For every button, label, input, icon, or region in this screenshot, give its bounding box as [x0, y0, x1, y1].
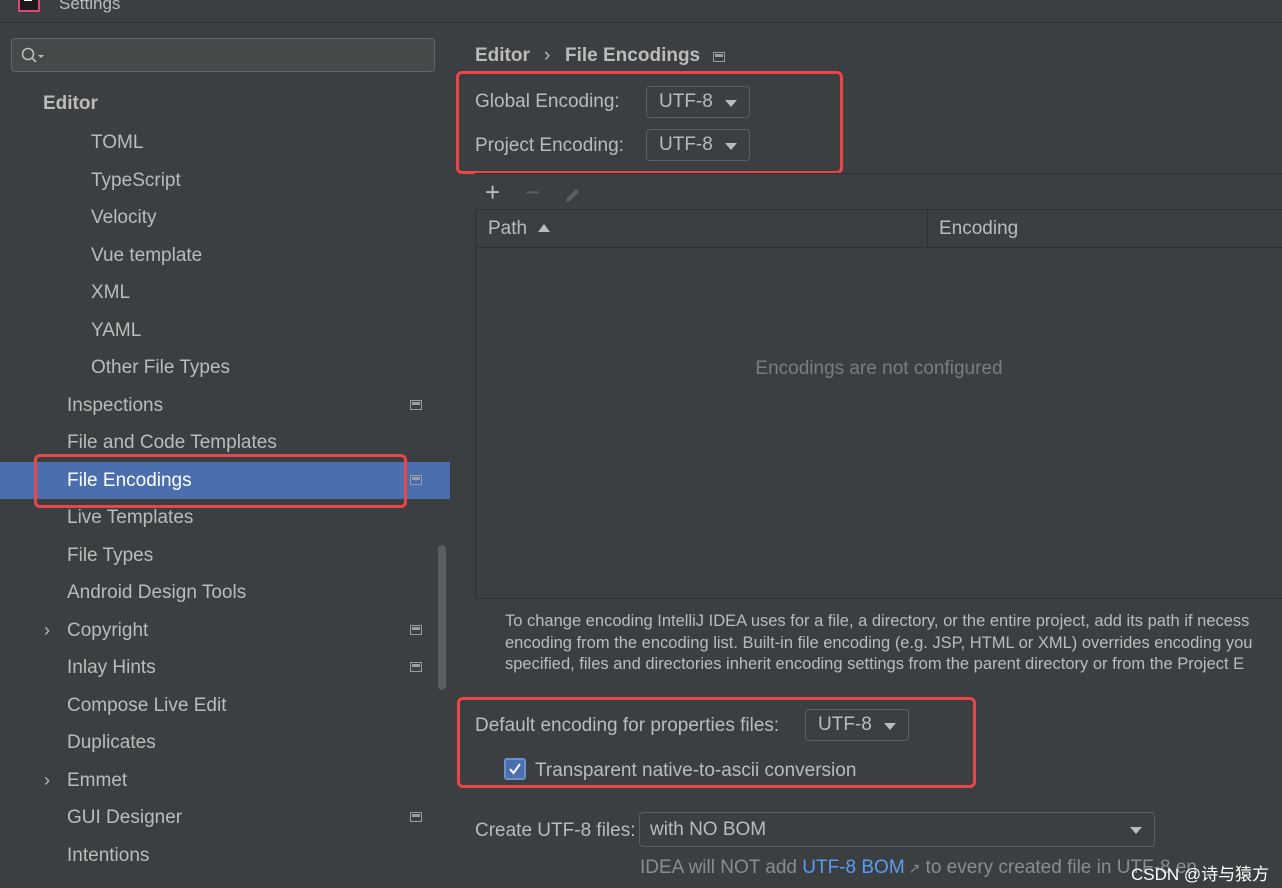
tree-item-label: Vue template: [91, 245, 203, 266]
chevron-down-icon: [1130, 827, 1142, 834]
sidebar-scrollbar[interactable]: [438, 545, 446, 690]
tree-item-android-design-tools[interactable]: Android Design Tools: [0, 574, 450, 611]
help-line: To change encoding IntelliJ IDEA uses fo…: [505, 612, 1250, 630]
breadcrumb-separator: ›: [544, 45, 551, 66]
tree-item-label: Other File Types: [91, 357, 231, 378]
column-header-encoding[interactable]: Encoding: [939, 210, 1018, 247]
tree-item-duplicates[interactable]: Duplicates: [0, 724, 450, 761]
tree-item-label: Velocity: [91, 207, 157, 228]
project-scope-icon: [713, 52, 725, 62]
search-icon: [21, 47, 44, 63]
chevron-right-icon[interactable]: ›: [44, 612, 50, 649]
tree-item-label: Emmet: [67, 770, 128, 791]
table-header: Path Encoding: [476, 210, 1282, 248]
tree-item-label: File Types: [67, 545, 154, 566]
tree-item-label: TOML: [91, 132, 144, 153]
tree-item-label: YAML: [91, 320, 142, 341]
create-utf8-value: with NO BOM: [650, 819, 767, 840]
tree-item-label: Copyright: [67, 620, 149, 641]
tree-item-file-types[interactable]: File Types: [0, 537, 450, 574]
intellij-app-icon: [18, 0, 40, 12]
tree-item-emmet[interactable]: › Emmet: [0, 762, 450, 799]
tree-item-other-file-types[interactable]: Other File Types: [0, 349, 450, 386]
column-header-path[interactable]: Path: [488, 210, 527, 247]
edit-path-button[interactable]: [563, 182, 583, 210]
settings-search-input[interactable]: [11, 38, 435, 72]
highlight-box-properties: [457, 697, 976, 788]
tree-item-inspections[interactable]: Inspections: [0, 387, 450, 424]
footer-text-before: IDEA will NOT add: [640, 857, 803, 878]
tree-item-velocity[interactable]: Velocity: [0, 199, 450, 236]
title-bar: Settings: [0, 0, 1282, 23]
project-scope-icon: [410, 400, 422, 410]
tree-item-label: XML: [91, 282, 131, 303]
tree-item-label: Inlay Hints: [67, 657, 156, 678]
sort-ascending-icon: [538, 224, 550, 232]
window-title: Settings: [59, 0, 121, 13]
tree-item-label: Compose Live Edit: [67, 695, 227, 716]
settings-sidebar: Editor TOML TypeScript Velocity Vue temp…: [0, 23, 450, 888]
breadcrumb-current: File Encodings: [565, 45, 701, 66]
path-toolbar: + −: [475, 173, 1282, 210]
tree-item-label: TypeScript: [91, 170, 181, 191]
tree-item-editor[interactable]: Editor: [0, 85, 450, 122]
tree-item-compose-live-edit[interactable]: Compose Live Edit: [0, 687, 450, 724]
tree-item-vue-template[interactable]: Vue template: [0, 237, 450, 274]
tree-item-label: GUI Designer: [67, 807, 183, 828]
highlight-box-encodings: [456, 71, 843, 174]
tree-item-label: Duplicates: [67, 732, 156, 753]
remove-path-button[interactable]: −: [525, 178, 540, 206]
settings-content: Editor › File Encodings Global Encoding:…: [451, 23, 1282, 888]
add-path-button[interactable]: +: [485, 178, 500, 206]
tree-item-label: Intentions: [67, 845, 150, 866]
tree-item-label: Android Design Tools: [67, 582, 247, 603]
tree-item-inlay-hints[interactable]: Inlay Hints: [0, 649, 450, 686]
path-encoding-table[interactable]: Path Encoding Encodings are not configur…: [475, 209, 1282, 599]
tree-item-copyright[interactable]: › Copyright: [0, 612, 450, 649]
project-scope-icon: [410, 475, 422, 485]
help-line: encoding from the encoding list. Built-i…: [505, 633, 1253, 652]
project-scope-icon: [410, 812, 422, 822]
tree-item-label: Inspections: [67, 395, 164, 416]
column-separator[interactable]: [927, 210, 928, 247]
create-utf8-select[interactable]: with NO BOM: [639, 812, 1155, 847]
help-line: specified, files and directories inherit…: [505, 655, 1245, 673]
tree-item-typescript[interactable]: TypeScript: [0, 162, 450, 199]
tree-item-label: Editor: [43, 93, 98, 114]
chevron-right-icon[interactable]: ›: [44, 762, 50, 799]
highlight-box-file-encodings: [34, 454, 407, 508]
tree-item-toml[interactable]: TOML: [0, 124, 450, 161]
tree-item-xml[interactable]: XML: [0, 274, 450, 311]
tree-item-yaml[interactable]: YAML: [0, 312, 450, 349]
breadcrumb-editor[interactable]: Editor: [475, 45, 530, 67]
csdn-watermark: CSDN @诗与猿方: [1131, 865, 1270, 884]
tree-item-intentions[interactable]: Intentions: [0, 837, 450, 874]
table-empty-text: Encodings are not configured: [755, 358, 1003, 379]
pencil-icon: [566, 189, 579, 202]
bom-footer-text: IDEA will NOT add UTF-8 BOM ↗ to every c…: [640, 857, 1197, 879]
encoding-help-text: To change encoding IntelliJ IDEA uses fo…: [505, 611, 1282, 676]
external-link-icon: ↗: [904, 860, 921, 876]
project-scope-icon: [410, 625, 422, 635]
project-scope-icon: [410, 662, 422, 672]
create-utf8-label: Create UTF-8 files:: [475, 820, 636, 841]
utf8-bom-link[interactable]: UTF-8 BOM: [802, 857, 904, 878]
tree-item-gui-designer[interactable]: GUI Designer: [0, 799, 450, 836]
